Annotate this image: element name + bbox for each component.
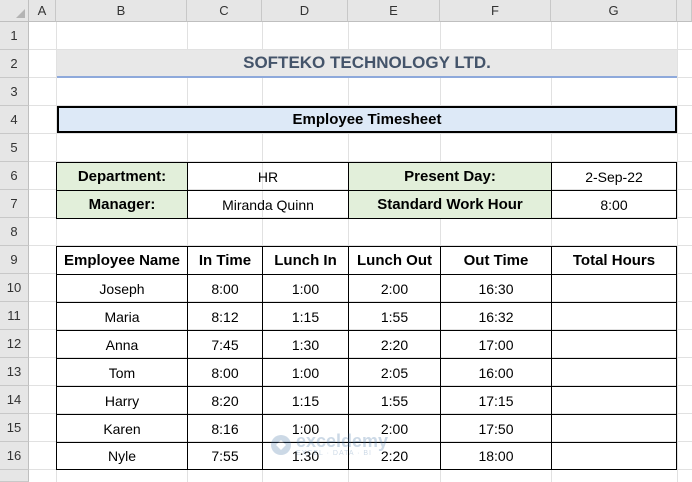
row-header-15[interactable]: 15 — [0, 414, 29, 442]
header-out-time[interactable]: Out Time — [440, 246, 552, 275]
employee-name-cell[interactable]: Tom — [56, 358, 188, 387]
row-header-4[interactable]: 4 — [0, 106, 29, 134]
lunch-out-cell[interactable]: 2:20 — [348, 330, 441, 359]
employee-name-cell[interactable]: Harry — [56, 386, 188, 415]
total-hours-cell[interactable] — [551, 442, 677, 470]
lunch-in-cell[interactable]: 1:00 — [262, 414, 349, 443]
company-title[interactable]: SOFTEKO TECHNOLOGY LTD. — [57, 50, 677, 78]
gridline — [29, 133, 692, 134]
header-total-hours[interactable]: Total Hours — [551, 246, 677, 275]
out-time-cell[interactable]: 17:15 — [440, 386, 552, 415]
column-header-e[interactable]: E — [348, 0, 440, 22]
employee-name-cell[interactable]: Maria — [56, 302, 188, 331]
row-header-16[interactable]: 16 — [0, 442, 29, 470]
out-time-cell[interactable]: 17:00 — [440, 330, 552, 359]
row-header-5[interactable]: 5 — [0, 134, 29, 162]
row-header-14[interactable]: 14 — [0, 386, 29, 414]
in-time-cell[interactable]: 8:00 — [187, 274, 263, 303]
work-hour-label[interactable]: Standard Work Hour — [348, 190, 552, 219]
in-time-cell[interactable]: 7:55 — [187, 442, 263, 470]
in-time-cell[interactable]: 8:00 — [187, 358, 263, 387]
total-hours-cell[interactable] — [551, 414, 677, 443]
out-time-cell[interactable]: 16:30 — [440, 274, 552, 303]
out-time-cell[interactable]: 17:50 — [440, 414, 552, 443]
header-employee-name[interactable]: Employee Name — [56, 246, 188, 275]
column-header-b[interactable]: B — [56, 0, 187, 22]
row-header-2[interactable]: 2 — [0, 50, 29, 78]
out-time-cell[interactable]: 18:00 — [440, 442, 552, 470]
lunch-in-cell[interactable]: 1:30 — [262, 330, 349, 359]
lunch-out-cell[interactable]: 1:55 — [348, 302, 441, 331]
timesheet-heading[interactable]: Employee Timesheet — [57, 106, 677, 133]
header-in-time[interactable]: In Time — [187, 246, 263, 275]
in-time-cell[interactable]: 8:20 — [187, 386, 263, 415]
row-header-1[interactable]: 1 — [0, 22, 29, 50]
row-header-17[interactable] — [0, 470, 29, 482]
column-header-f[interactable]: F — [440, 0, 551, 22]
out-time-cell[interactable]: 16:00 — [440, 358, 552, 387]
employee-name-cell[interactable]: Nyle — [56, 442, 188, 470]
employee-name-cell[interactable]: Anna — [56, 330, 188, 359]
column-header-d[interactable]: D — [262, 0, 348, 22]
lunch-out-cell[interactable]: 2:00 — [348, 274, 441, 303]
present-day-label[interactable]: Present Day: — [348, 162, 552, 191]
lunch-in-cell[interactable]: 1:15 — [262, 386, 349, 415]
lunch-in-cell[interactable]: 1:15 — [262, 302, 349, 331]
department-label[interactable]: Department: — [56, 162, 188, 191]
spreadsheet-grid[interactable]: A B C D E F G 1 2 3 4 5 6 7 8 9 10 11 12… — [0, 0, 692, 482]
lunch-out-cell[interactable]: 1:55 — [348, 386, 441, 415]
in-time-cell[interactable]: 8:16 — [187, 414, 263, 443]
work-hour-value[interactable]: 8:00 — [551, 190, 677, 219]
total-hours-cell[interactable] — [551, 330, 677, 359]
select-all-triangle-icon — [16, 9, 25, 18]
row-header-8[interactable]: 8 — [0, 218, 29, 246]
lunch-in-cell[interactable]: 1:30 — [262, 442, 349, 470]
lunch-out-cell[interactable]: 2:05 — [348, 358, 441, 387]
column-header-c[interactable]: C — [187, 0, 262, 22]
manager-value[interactable]: Miranda Quinn — [187, 190, 349, 219]
row-header-11[interactable]: 11 — [0, 302, 29, 330]
present-day-value[interactable]: 2-Sep-22 — [551, 162, 677, 191]
in-time-cell[interactable]: 8:12 — [187, 302, 263, 331]
select-all-corner[interactable] — [0, 0, 29, 22]
row-header-9[interactable]: 9 — [0, 246, 29, 274]
row-header-12[interactable]: 12 — [0, 330, 29, 358]
total-hours-cell[interactable] — [551, 386, 677, 415]
row-header-6[interactable]: 6 — [0, 162, 29, 190]
department-value[interactable]: HR — [187, 162, 349, 191]
out-time-cell[interactable]: 16:32 — [440, 302, 552, 331]
total-hours-cell[interactable] — [551, 302, 677, 331]
header-lunch-in[interactable]: Lunch In — [262, 246, 349, 275]
employee-name-cell[interactable]: Karen — [56, 414, 188, 443]
manager-label[interactable]: Manager: — [56, 190, 188, 219]
lunch-in-cell[interactable]: 1:00 — [262, 274, 349, 303]
column-header-g[interactable]: G — [551, 0, 677, 22]
column-header-h[interactable] — [677, 0, 692, 22]
row-header-7[interactable]: 7 — [0, 190, 29, 218]
row-header-10[interactable]: 10 — [0, 274, 29, 302]
lunch-out-cell[interactable]: 2:00 — [348, 414, 441, 443]
row-header-13[interactable]: 13 — [0, 358, 29, 386]
total-hours-cell[interactable] — [551, 358, 677, 387]
lunch-in-cell[interactable]: 1:00 — [262, 358, 349, 387]
in-time-cell[interactable]: 7:45 — [187, 330, 263, 359]
lunch-out-cell[interactable]: 2:20 — [348, 442, 441, 470]
column-header-a[interactable]: A — [29, 0, 56, 22]
total-hours-cell[interactable] — [551, 274, 677, 303]
row-header-3[interactable]: 3 — [0, 78, 29, 106]
employee-name-cell[interactable]: Joseph — [56, 274, 188, 303]
header-lunch-out[interactable]: Lunch Out — [348, 246, 441, 275]
